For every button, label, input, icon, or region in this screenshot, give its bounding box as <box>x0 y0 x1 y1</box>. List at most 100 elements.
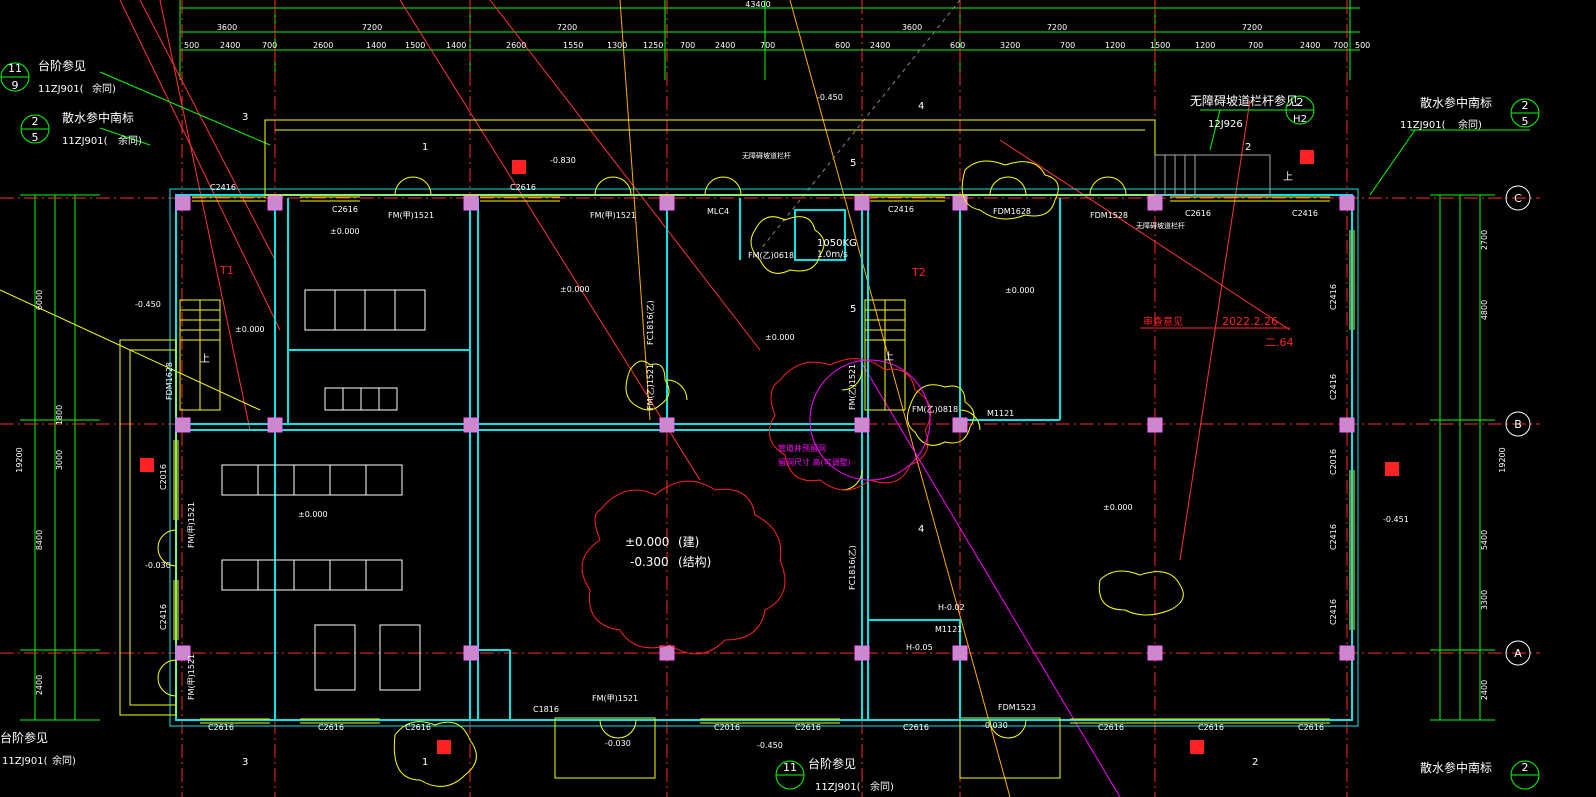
ramp-note: 无障碍坡道栏杆 <box>1136 221 1185 230</box>
windows <box>173 196 1355 724</box>
shaft-note-line2: 留洞尺寸 高(可调整) <box>778 457 851 467</box>
top-seg: 2400 <box>1300 41 1320 50</box>
door-label: C2616 <box>405 723 431 732</box>
right-span: 3300 <box>1480 590 1489 610</box>
door-label: FM(乙)1521 <box>646 364 655 410</box>
callout-num: 2 <box>1297 96 1304 109</box>
door-label: C2616 <box>1298 723 1324 732</box>
up-arrow-label: 上 <box>200 353 210 365</box>
callout-sheet: 5 <box>32 131 39 144</box>
door-label: C2016 <box>1329 449 1338 475</box>
door-label: C2616 <box>903 723 929 732</box>
level-mark: ±0.000 <box>560 285 590 294</box>
center-level: ±0.000 <box>625 535 669 549</box>
shaft-note: 管道井预留洞 留洞尺寸 高(可调整) <box>778 443 851 467</box>
door-label: FM(甲)1521 <box>187 502 196 548</box>
section-num: 1 <box>422 142 428 153</box>
level-mark: ±0.000 <box>1005 286 1035 295</box>
section-markers <box>140 150 1399 754</box>
callout-code: 11ZJ901( <box>38 84 84 95</box>
callout-code: 11ZJ901( <box>1400 120 1446 131</box>
door-label: C2616 <box>1098 723 1124 732</box>
door-label: C2616 <box>795 723 821 732</box>
top-seg: 700 <box>1248 41 1263 50</box>
dimension-grid <box>20 0 1495 721</box>
top-span-1: 3600 <box>217 23 237 32</box>
level-mark: -0.030 <box>145 561 171 570</box>
left-span: 2400 <box>35 675 44 695</box>
door-label: C2616 <box>510 183 536 192</box>
doors <box>157 176 1127 739</box>
door-label: FM(甲)1521 <box>187 654 196 700</box>
door-label: FC1816(乙) <box>848 545 857 590</box>
door-label: M1121 <box>935 625 962 634</box>
center-level-tag: (建) <box>678 535 699 549</box>
callout-extra: 余同) <box>118 134 142 147</box>
shaft-note-line1: 管道井预留洞 <box>778 443 826 453</box>
callout-sheet: H2 <box>1293 114 1307 125</box>
callout-extra: 余同) <box>92 82 116 95</box>
door-label: C2416 <box>159 604 168 630</box>
right-span: 5400 <box>1480 530 1489 550</box>
level-mark: ±0.000 <box>235 325 265 334</box>
top-seg: 700 <box>1333 41 1348 50</box>
callout-extra: 余同) <box>1458 118 1482 131</box>
stair-tag-t2: T2 <box>911 266 926 279</box>
door-label: C2416 <box>1329 524 1338 550</box>
door-label: MLC4 <box>707 207 729 216</box>
door-label: C2416 <box>888 205 914 214</box>
callout-num: 11 <box>8 62 22 75</box>
door-label: C2416 <box>1292 209 1318 218</box>
top-seg: 700 <box>760 41 775 50</box>
level-mark: H-0.05 <box>906 643 933 652</box>
door-label: FM(甲)1521 <box>590 211 636 220</box>
axis-label-c: C <box>1514 192 1522 205</box>
left-overall-dim: 19200 <box>15 447 24 472</box>
level-mark: -0.830 <box>550 156 576 165</box>
center-struct-tag: (结构) <box>678 554 711 569</box>
right-overall-dim: 19200 <box>1498 447 1507 472</box>
up-arrow-label: 上 <box>884 351 894 363</box>
top-seg: 2400 <box>715 41 735 50</box>
top-seg: 700 <box>262 41 277 50</box>
section-num: 5 <box>850 158 856 169</box>
top-seg: 2400 <box>220 41 240 50</box>
right-span: 2400 <box>1480 680 1489 700</box>
top-seg: 700 <box>680 41 695 50</box>
left-span: 8400 <box>35 530 44 550</box>
callout-num: 2 <box>32 115 39 128</box>
door-label: FC1816(乙) <box>646 300 655 345</box>
callout-num: 2 <box>1522 761 1529 774</box>
level-mark: H-0.02 <box>938 603 965 612</box>
door-label: C2616 <box>332 205 358 214</box>
top-span-4: 3600 <box>902 23 922 32</box>
level-mark: -0.450 <box>135 300 161 309</box>
left-span: 6000 <box>35 290 44 310</box>
up-arrow-label: 上 <box>1283 171 1293 183</box>
callout-label: 台阶参见 <box>808 756 856 771</box>
door-label: C1816 <box>533 705 559 714</box>
section-num: 5 <box>850 304 856 315</box>
top-overall-dim: 43400 <box>745 0 770 9</box>
top-seg: 700 <box>1060 41 1075 50</box>
door-label: FM(甲)1521 <box>592 694 638 703</box>
level-mark: -0.451 <box>1383 515 1409 524</box>
stairs <box>179 154 1271 411</box>
top-seg: 1200 <box>1195 41 1215 50</box>
section-numbers: 1 2 3 4 5 4 5 1 3 2 <box>242 101 1258 768</box>
section-num: 2 <box>1245 142 1251 153</box>
top-seg: 1500 <box>405 41 425 50</box>
section-num: 1 <box>422 757 428 768</box>
callout-code: 12J926 <box>1208 119 1243 130</box>
door-label: C2016 <box>159 464 168 490</box>
level-mark: -0.030 <box>982 721 1008 730</box>
callout-num: 2 <box>1522 99 1529 112</box>
center-struct: -0.300 <box>630 555 669 569</box>
top-seg: 1400 <box>446 41 466 50</box>
top-span-6: 7200 <box>1242 23 1262 32</box>
top-seg: 600 <box>835 41 850 50</box>
level-mark: ±0.000 <box>765 333 795 342</box>
review-date: 2022.2.26 <box>1222 315 1278 328</box>
callout-label: 散水参中南标 <box>1420 95 1492 110</box>
door-label: C2616 <box>1198 723 1224 732</box>
